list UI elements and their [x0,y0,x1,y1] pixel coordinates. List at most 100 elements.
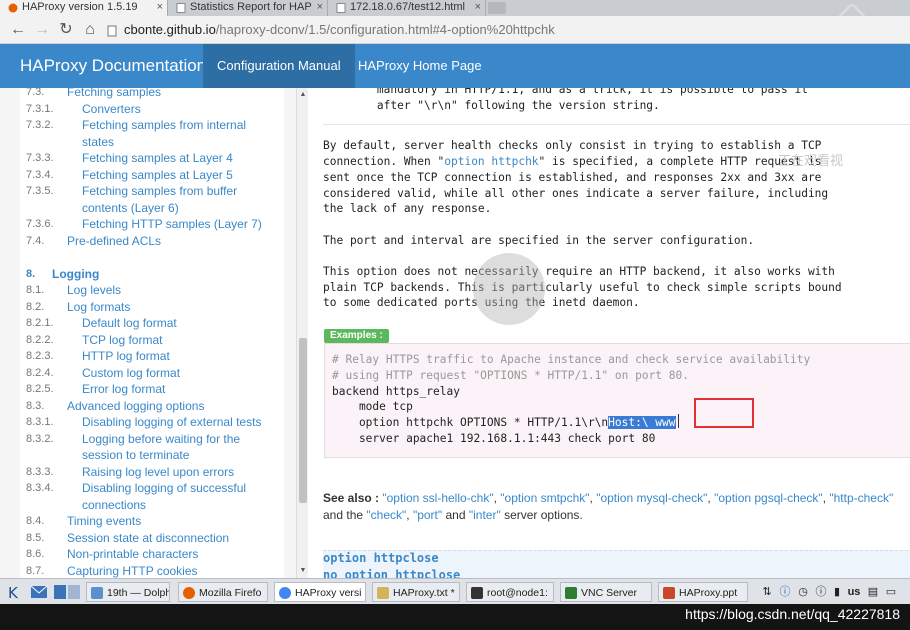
taskbar-item-haproxy-txt[interactable]: HAProxy.txt * [372,582,460,602]
keyword-no-option-httpclose[interactable]: no option httpclose [323,568,460,578]
link-option-smtpchk[interactable]: "option smtpchk" [500,491,589,505]
taskbar-item-ppt[interactable]: HAProxy.ppt [658,582,748,602]
toc-item[interactable]: 8.6. Non-printable characters [20,546,284,563]
toc-link[interactable]: Fetching samples from internal [82,117,246,133]
tray-clock-icon[interactable]: ◷ [796,582,810,602]
tray-info-icon[interactable]: ⓘ [778,582,792,602]
toc-item[interactable]: 8.2.3. HTTP log format [20,348,284,365]
link-option-pgsql-check[interactable]: "option pgsql-check" [714,491,823,505]
back-arrow-icon[interactable]: ← [8,20,28,40]
scrollbar-thumb[interactable] [299,338,307,503]
toc-link[interactable]: Advanced logging options [67,398,204,414]
toc-item[interactable]: 8.4. Timing events [20,513,284,530]
toc-link[interactable]: connections [82,497,146,513]
toc-item[interactable]: 8.3. Advanced logging options [20,398,284,415]
new-tab-button[interactable] [488,2,506,14]
desktop-pager-icon[interactable] [54,584,80,600]
toc-item[interactable]: 8.2.4. Custom log format [20,365,284,382]
option-httpchk-link[interactable]: option httpchk [444,155,538,168]
tray-network-icon[interactable]: ⇅ [760,582,774,602]
toc-link[interactable]: TCP log format [82,332,162,348]
taskbar-item-chrome-haproxy[interactable]: HAProxy versi [274,582,366,602]
toc-link[interactable]: Converters [82,101,141,117]
toc-item[interactable]: 7.3.1. Converters [20,101,284,118]
link-port[interactable]: "port" [413,508,442,522]
link-option-ssl-hello-chk[interactable]: "option ssl-hello-chk" [382,491,493,505]
browser-tab-statistics[interactable]: Statistics Report for HAP × [168,0,328,16]
toc-link[interactable]: Log formats [67,299,130,315]
toc-link[interactable]: Disabling logging of successful [82,480,246,496]
toc-item[interactable]: 8.1. Log levels [20,282,284,299]
toc-item[interactable]: 7.3.2. Fetching samples from internal [20,117,284,134]
browser-tab-test12[interactable]: 172.18.0.67/test12.html × [328,0,486,16]
browser-tab-haproxy[interactable]: HAProxy version 1.5.19 × [0,0,168,16]
close-icon[interactable]: × [317,0,323,15]
sidebar-scrollbar[interactable]: ▲ ▼ [296,88,308,578]
toc-item[interactable]: 7.3. Fetching samples [20,88,284,101]
link-inter[interactable]: "inter" [469,508,501,522]
toc-link[interactable]: Fetching HTTP samples (Layer 7) [82,216,262,232]
toc-item[interactable]: 8.3.3. Raising log level upon errors [20,464,284,481]
toc-link[interactable]: Custom log format [82,365,180,381]
toc-item[interactable]: 7.3.4. Fetching samples at Layer 5 [20,167,284,184]
taskbar-item-vnc[interactable]: VNC Server [560,582,652,602]
toc-item[interactable]: contents (Layer 6) [20,200,284,217]
toc-link[interactable]: Logging before waiting for the [82,431,240,447]
toc-link[interactable]: Error log format [82,381,165,397]
toc-link[interactable]: Logging [52,266,99,282]
toc-link[interactable]: Fetching samples from buffer [82,183,237,199]
link-http-check[interactable]: "http-check" [829,491,893,505]
taskbar-item-firefox[interactable]: Mozilla Firefo [178,582,268,602]
link-check[interactable]: "check" [366,508,406,522]
toc-item[interactable]: 8.3.4. Disabling logging of successful [20,480,284,497]
close-icon[interactable]: × [157,0,163,15]
toc-link[interactable]: HTTP log format [82,348,170,364]
nav-haproxy-home-page[interactable]: HAProxy Home Page [344,44,496,88]
toc-item[interactable]: 7.4. Pre-defined ACLs [20,233,284,250]
brand-title[interactable]: HAProxy Documentation [20,56,206,76]
tray-clipboard-icon[interactable]: ▤ [866,582,880,602]
toc-item[interactable]: 7.3.3. Fetching samples at Layer 4 [20,150,284,167]
toc-item[interactable]: 8.2. Log formats [20,299,284,316]
toc-item[interactable]: 8.3.1. Disabling logging of external test… [20,414,284,431]
toc-item[interactable]: 8.2.2. TCP log format [20,332,284,349]
toc-link[interactable]: session to terminate [82,447,189,463]
toc-item[interactable]: 7.3.5. Fetching samples from buffer [20,183,284,200]
toc-link[interactable]: Capturing HTTP cookies [67,563,198,579]
nav-configuration-manual[interactable]: Configuration Manual [203,44,355,88]
toc-item[interactable]: connections [20,497,284,514]
toc-link[interactable]: Session state at disconnection [67,530,229,546]
tray-battery-icon[interactable]: ▮ [830,582,844,602]
toc-item[interactable]: states [20,134,284,151]
close-icon[interactable]: × [475,0,481,15]
toc-link[interactable]: states [82,134,114,150]
tray-alert-icon[interactable]: ⓘ [814,582,828,602]
selected-text[interactable]: Host:\ www [608,416,676,430]
toc-link[interactable]: Pre-defined ACLs [67,233,161,249]
toc-item[interactable]: 7.3.6. Fetching HTTP samples (Layer 7) [20,216,284,233]
taskbar-item-terminal[interactable]: root@node1: [466,582,554,602]
toc-link[interactable]: Fetching samples at Layer 4 [82,150,233,166]
forward-arrow-icon[interactable]: → [32,20,52,40]
toc-item[interactable]: session to terminate [20,447,284,464]
toc-link[interactable]: Raising log level upon errors [82,464,234,480]
page-info-icon[interactable] [106,25,118,37]
keyboard-layout-indicator[interactable]: us [846,582,862,602]
toc-item[interactable]: 8.5. Session state at disconnection [20,530,284,547]
toc-link[interactable]: Fetching samples [67,88,161,100]
toc-item[interactable]: 8.2.5. Error log format [20,381,284,398]
reload-icon[interactable]: ↻ [56,20,76,40]
toc-item[interactable]: 8. Logging [20,266,284,283]
toc-link[interactable]: Non-printable characters [67,546,198,562]
home-icon[interactable]: ⌂ [80,20,100,40]
taskbar-item-dolphin[interactable]: 19th — Dolph [86,582,170,602]
toc-link[interactable]: Log levels [67,282,121,298]
kde-menu-icon[interactable]: K [8,584,24,600]
toc-item[interactable]: 8.7. Capturing HTTP cookies [20,563,284,579]
toc-link[interactable]: Default log format [82,315,177,331]
toc-item[interactable]: 8.3.2. Logging before waiting for the [20,431,284,448]
mail-icon[interactable] [30,585,48,599]
toc-link[interactable]: Disabling logging of external tests [82,414,261,430]
tray-display-icon[interactable]: ▭ [884,582,898,602]
toc-link[interactable]: Fetching samples at Layer 5 [82,167,233,183]
